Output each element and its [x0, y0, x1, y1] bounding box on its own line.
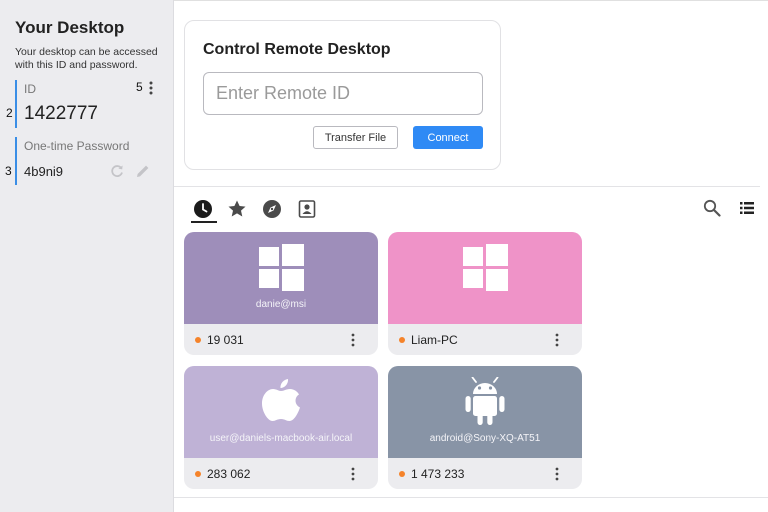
tab-recent[interactable]	[187, 195, 219, 223]
control-remote-title: Control Remote Desktop	[203, 41, 391, 58]
remote-id-input[interactable]	[203, 72, 483, 115]
sidebar: Your Desktop Your desktop can be accesse…	[0, 0, 174, 512]
password-block: One-time Password 4b9ni9	[15, 137, 160, 185]
peer-thumbnail[interactable]: danie@msi	[184, 232, 378, 324]
password-label: One-time Password	[24, 139, 130, 153]
windows-icon	[259, 244, 304, 291]
password-value[interactable]: 4b9ni9	[24, 164, 63, 179]
more-vertical-icon[interactable]	[348, 466, 358, 482]
peer-thumbnail[interactable]	[388, 232, 582, 324]
peer-username: user@daniels-macbook-air.local	[209, 433, 353, 444]
id-value[interactable]: 1422777	[24, 103, 98, 125]
peer-footer: Liam-PC	[388, 324, 582, 355]
peer-footer: 1 473 233	[388, 458, 582, 489]
apple-icon	[262, 379, 300, 421]
peer-id: Liam-PC	[411, 333, 458, 347]
sidebar-title: Your Desktop	[15, 18, 125, 37]
bottom-divider	[174, 497, 768, 498]
sidebar-description: Your desktop can be accessed with this I…	[15, 46, 158, 71]
annotation-3: 3	[5, 164, 12, 178]
peer-thumbnail[interactable]: user@daniels-macbook-air.local	[184, 366, 378, 458]
search-icon[interactable]	[703, 199, 721, 217]
control-remote-card: Control Remote Desktop Transfer File Con…	[184, 20, 501, 170]
windows-icon	[463, 244, 508, 291]
annotation-2: 2	[6, 106, 13, 120]
transfer-file-button[interactable]: Transfer File	[313, 126, 398, 149]
peer-card[interactable]: android@Sony-XQ-AT51 1 473 233	[388, 366, 582, 489]
list-view-icon[interactable]	[740, 202, 754, 214]
connect-button[interactable]: Connect	[413, 126, 483, 149]
star-icon	[228, 200, 246, 217]
peer-card[interactable]: user@daniels-macbook-air.local 283 062	[184, 366, 378, 489]
peer-footer: 19 031	[184, 324, 378, 355]
more-vertical-icon[interactable]	[552, 466, 562, 482]
status-dot	[195, 337, 201, 343]
status-dot	[195, 471, 201, 477]
peer-id: 19 031	[207, 333, 244, 347]
pencil-icon[interactable]	[135, 163, 151, 179]
status-dot	[399, 471, 405, 477]
clock-icon	[194, 200, 212, 218]
annotation-5: 5	[136, 80, 143, 94]
address-book-icon	[298, 200, 316, 218]
tab-favorites[interactable]	[221, 195, 253, 223]
peer-username: android@Sony-XQ-AT51	[429, 433, 541, 444]
section-divider	[174, 186, 760, 187]
tab-active-indicator	[191, 221, 217, 223]
refresh-icon[interactable]	[109, 163, 125, 179]
top-border	[174, 0, 768, 1]
status-dot	[399, 337, 405, 343]
peer-username: danie@msi	[255, 299, 307, 310]
more-vertical-icon[interactable]	[552, 332, 562, 348]
more-vertical-icon[interactable]	[146, 80, 156, 96]
peer-thumbnail[interactable]: android@Sony-XQ-AT51	[388, 366, 582, 458]
peer-id: 1 473 233	[411, 467, 465, 481]
peer-card[interactable]: danie@msi 19 031	[184, 232, 378, 355]
id-label: ID	[24, 82, 36, 96]
peer-footer: 283 062	[184, 458, 378, 489]
more-vertical-icon[interactable]	[348, 332, 358, 348]
compass-icon	[263, 200, 281, 218]
tab-address-book[interactable]	[291, 195, 323, 223]
tab-discovered[interactable]	[256, 195, 288, 223]
android-icon	[465, 377, 505, 425]
peer-id: 283 062	[207, 467, 251, 481]
peer-card[interactable]: Liam-PC	[388, 232, 582, 355]
